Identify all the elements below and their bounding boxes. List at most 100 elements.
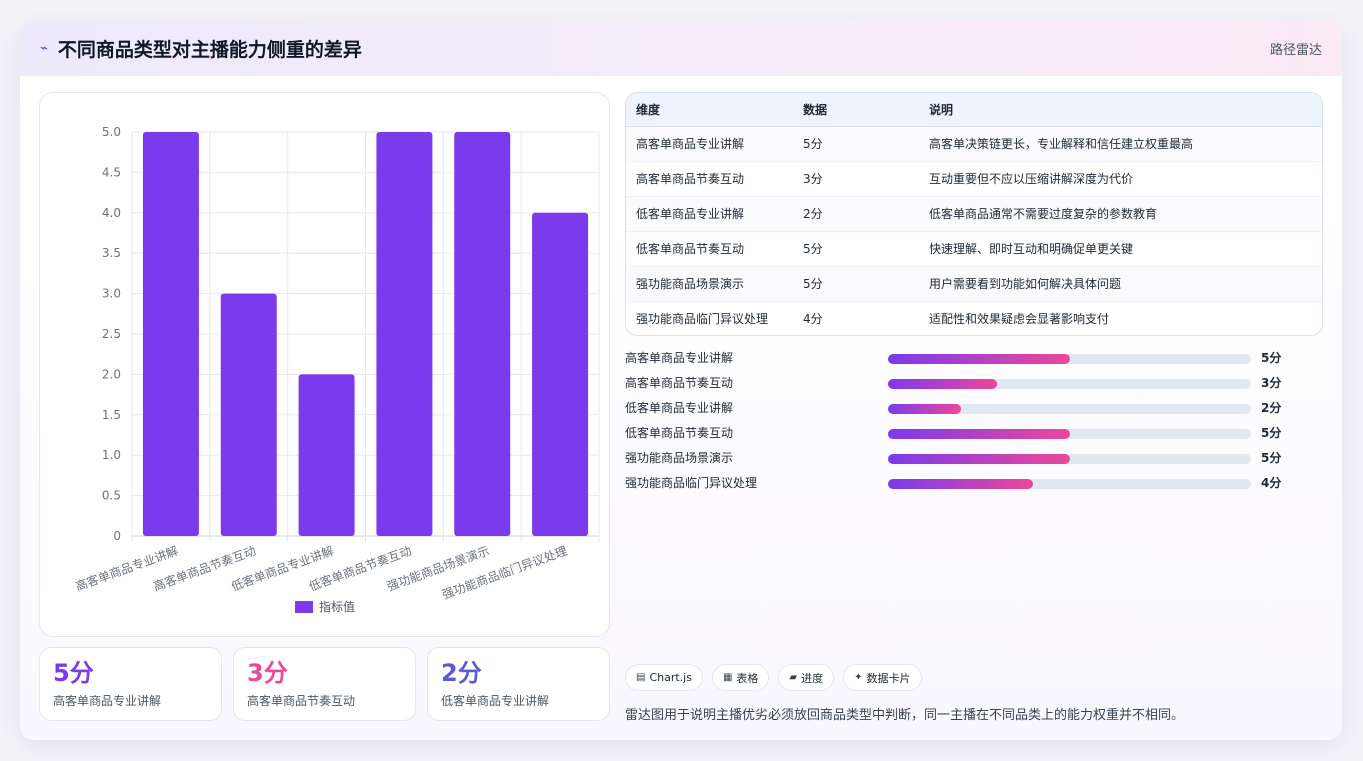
chart-icon: ▤ <box>636 672 646 683</box>
page-title: 不同商品类型对主播能力侧重的差异 <box>57 38 362 61</box>
bar-2[interactable] <box>220 293 277 536</box>
stat-label: 高客单商品节奏互动 <box>247 694 356 708</box>
card-body: 0 0.5 1.0 1.5 2.0 2.5 3.0 3.5 4.0 4.5 5.0 高客单商品专业讲解… <box>20 76 1342 740</box>
data-table-wrap: 维度 数据 说明 高客单商品专业讲解 5分 高客单决策链更长，专业解释和信任建立权重… <box>625 92 1323 336</box>
progress-row: 强功能商品场景演示 5分 <box>625 444 1285 469</box>
progress-value: 2分 <box>1261 401 1282 415</box>
y-tick-label: 0.5 <box>102 489 121 503</box>
table-cell: 用户需要看到功能如何解决具体问题 <box>919 266 1322 302</box>
stat-label: 低客单商品专业讲解 <box>441 694 550 708</box>
progress-label: 低客单商品节奏互动 <box>625 426 734 440</box>
title-wrap: ⌁ 不同商品类型对主播能力侧重的差异 <box>40 35 362 62</box>
table-cell: 高客单商品专业讲解 <box>626 126 793 162</box>
progress-value: 5分 <box>1261 451 1282 465</box>
progress-value: 4分 <box>1261 476 1282 490</box>
stat-card: 2分低客单商品专业讲解 <box>427 647 610 721</box>
table-cell: 低客单商品节奏互动 <box>626 231 793 267</box>
bar-chart-panel: 0 0.5 1.0 1.5 2.0 2.5 3.0 3.5 4.0 4.5 5.0 高客单商品专业讲解… <box>39 92 610 637</box>
progress-fill <box>888 379 997 389</box>
y-tick-label: 1.5 <box>102 408 121 422</box>
table-cell: 5分 <box>793 266 919 302</box>
tag-label: 数据卡片 <box>866 671 911 685</box>
progress-value: 5分 <box>1261 426 1282 440</box>
progress-track <box>888 379 1251 389</box>
tag-label: 进度 <box>801 671 824 685</box>
progress-track <box>888 404 1251 414</box>
progress-track <box>888 479 1251 489</box>
y-tick-label: 1.0 <box>102 448 121 462</box>
bar-1[interactable] <box>142 132 199 536</box>
stat-value: 5分 <box>53 659 94 687</box>
table-header-row: 维度 数据 说明 <box>626 93 1322 127</box>
progress-track <box>888 429 1251 439</box>
table-cell: 低客单商品专业讲解 <box>626 196 793 232</box>
header-badge: 路径雷达 <box>1269 42 1322 58</box>
progress-label: 低客单商品专业讲解 <box>625 401 734 415</box>
progress-row: 强功能商品临门异议处理 4分 <box>625 469 1285 494</box>
progress-fill <box>888 479 1034 489</box>
table-row: 高客单商品专业讲解 5分 高客单决策链更长，专业解释和信任建立权重最高 <box>626 126 1322 162</box>
tag-label: 表格 <box>736 671 759 685</box>
table-cell: 强功能商品场景演示 <box>626 266 793 302</box>
table-cell: 强功能商品临门异议处理 <box>636 312 769 327</box>
progress-fill <box>888 404 961 414</box>
table-cell: 5分 <box>793 126 919 162</box>
progress-track <box>888 454 1251 464</box>
table-cell: 3分 <box>793 161 919 197</box>
tag-chart[interactable]: ▤ Chart.js <box>625 664 703 691</box>
table-row: 强功能商品场景演示 5分 用户需要看到功能如何解决具体问题 <box>626 266 1322 302</box>
table-row: 强功能商品临门异议处理 4分 适配性和效果疑虑会显著影响支付 <box>626 301 1322 335</box>
progress-label: 强功能商品场景演示 <box>625 451 734 465</box>
table-cell: 低客单商品通常不需要过度复杂的参数教育 <box>919 196 1322 232</box>
y-tick-label: 2.0 <box>102 367 121 381</box>
progress-value: 5分 <box>1261 351 1282 365</box>
tag-sparkle[interactable]: ✦ 数据卡片 <box>843 664 922 691</box>
table-row: 低客单商品节奏互动 5分 快速理解、即时互动和明确促单更关键 <box>626 231 1322 267</box>
sparkle-icon: ✦ <box>854 672 863 683</box>
table-header-description: 说明 <box>919 93 1322 127</box>
stat-label: 高客单商品专业讲解 <box>53 694 162 708</box>
legend-swatch <box>295 601 313 613</box>
y-tick-label: 3.5 <box>102 246 121 260</box>
bar-chart: 00.51.01.52.02.53.03.54.04.55.0高客单商品专业讲解… <box>73 125 600 614</box>
progress-label: 强功能商品临门异议处理 <box>625 476 758 490</box>
chart-trend-icon: ⌁ <box>40 40 48 56</box>
table-header-data: 数据 <box>793 93 919 127</box>
table-row: 低客单商品专业讲解 2分 低客单商品通常不需要过度复杂的参数教育 <box>626 196 1322 232</box>
bar-3[interactable] <box>298 374 355 536</box>
bar-6[interactable] <box>532 212 589 537</box>
stat-card: 3分高客单商品节奏互动 <box>233 647 416 721</box>
y-tick-label: 4.5 <box>102 165 121 179</box>
table-row: 高客单商品节奏互动 3分 互动重要但不应以压缩讲解深度为代价 <box>626 161 1322 197</box>
stat-card: 5分高客单商品专业讲解 <box>39 647 222 721</box>
table-header-dimension: 维度 <box>626 93 793 127</box>
table-icon: ▦ <box>722 672 733 683</box>
stat-value: 3分 <box>247 659 288 687</box>
progress-label: 高客单商品专业讲解 <box>625 351 734 365</box>
table-cell: 5分 <box>793 231 919 267</box>
stat-value: 2分 <box>441 659 482 687</box>
table-cell: 高客单商品节奏互动 <box>626 161 793 197</box>
table-body: 高客单商品专业讲解 5分 高客单决策链更长，专业解释和信任建立权重最高 高客单商品节奏… <box>626 126 1322 335</box>
table-cell: 2分 <box>793 196 919 232</box>
y-tick-label: 4.0 <box>102 206 121 220</box>
table-cell: 快速理解、即时互动和明确促单更关键 <box>919 231 1322 267</box>
dashboard-card: ⌁ 不同商品类型对主播能力侧重的差异 路径雷达 0 0.5 1.0 1.5 2.0 2.5… <box>20 20 1342 740</box>
legend-label: 指标值 <box>319 599 355 614</box>
footnote: 雷达图用于说明主播优劣必须放回商品类型中判断，同一主播在不同品类上的能力权重并不… <box>625 708 1185 723</box>
bar-4[interactable] <box>376 132 433 536</box>
progress-row: 低客单商品节奏互动 5分 <box>625 419 1285 444</box>
tag-list: ▤ Chart.js ▦ 表格 ▰ 进度 ✦ 数据卡片 <box>625 664 922 691</box>
progress-icon: ▰ <box>789 672 798 683</box>
table-cell: 4分 <box>803 312 823 327</box>
table-cell: 互动重要但不应以压缩讲解深度为代价 <box>919 161 1322 197</box>
chart-legend[interactable]: 指标值 <box>295 599 355 614</box>
data-table: 维度 数据 说明 高客单商品专业讲解 5分 高客单决策链更长，专业解释和信任建立权重… <box>626 93 1322 335</box>
progress-label: 高客单商品节奏互动 <box>625 376 734 390</box>
y-tick-label: 5.0 <box>102 125 121 139</box>
bar-5[interactable] <box>454 132 511 536</box>
tag-progress[interactable]: ▰ 进度 <box>778 664 835 691</box>
tag-table[interactable]: ▦ 表格 <box>711 664 770 691</box>
table-cell: 高客单决策链更长，专业解释和信任建立权重最高 <box>919 126 1322 162</box>
progress-fill <box>888 354 1070 364</box>
